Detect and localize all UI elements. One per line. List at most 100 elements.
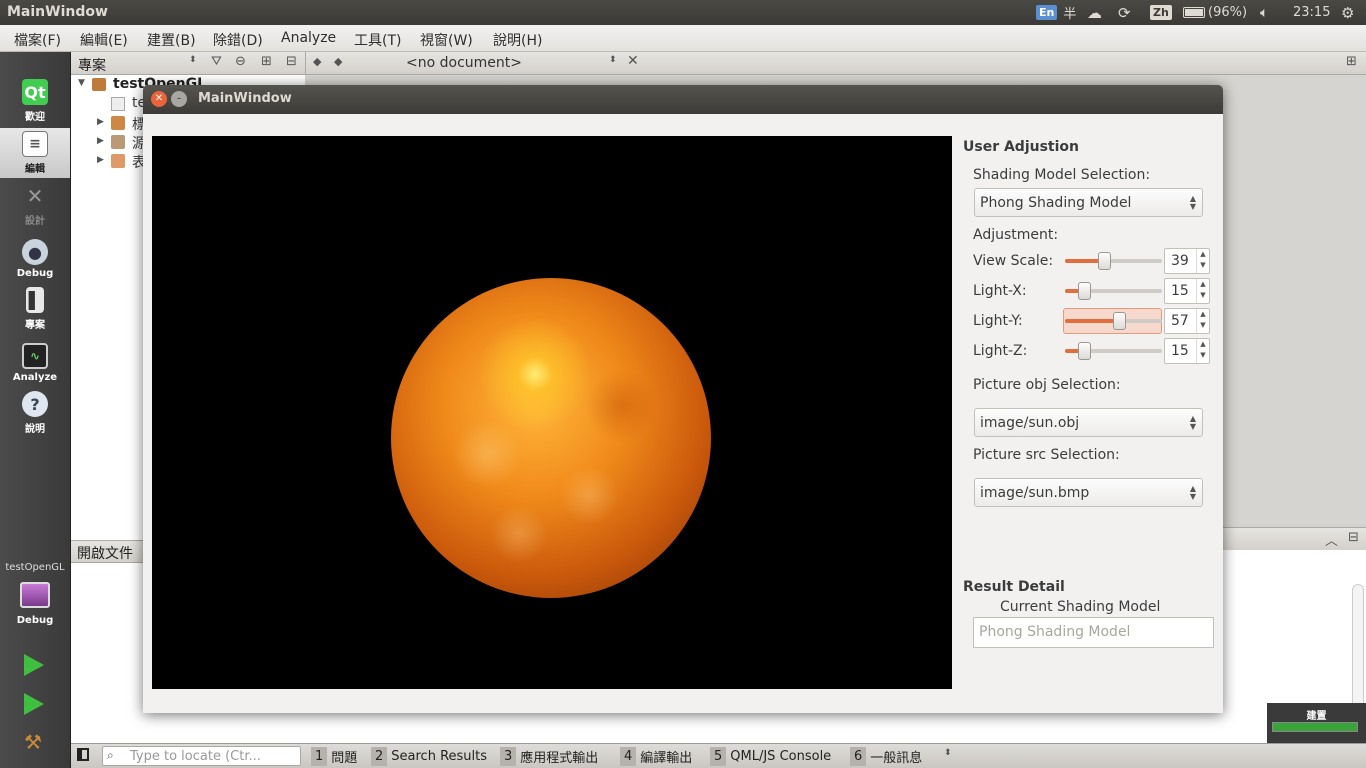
battery-indicator[interactable]: (96%) <box>1183 3 1247 22</box>
mode-welcome[interactable]: Qt 歡迎 <box>0 76 70 126</box>
build-hammer-icon[interactable]: ⚒ <box>24 730 42 754</box>
forms-folder-icon <box>111 154 125 168</box>
tab-qml-console[interactable]: 5 QML/JS Console <box>710 747 831 766</box>
close-window-icon[interactable]: ✕ <box>151 91 167 107</box>
current-shading-model-field[interactable]: Phong Shading Model <box>973 617 1214 648</box>
view-scale-slider[interactable] <box>1065 252 1162 270</box>
minimize-window-icon[interactable]: – <box>171 91 187 107</box>
menu-build[interactable]: 建置(B) <box>147 30 196 50</box>
collapse-arrow-icon[interactable]: ▼ <box>78 78 85 88</box>
menu-analyze[interactable]: Analyze <box>281 30 336 46</box>
slider-handle[interactable] <box>1113 312 1126 330</box>
filter-icon[interactable]: ⛛ <box>211 54 222 69</box>
spin-arrows-icon[interactable]: ▲ ▼ <box>1196 249 1209 273</box>
tab-search-results[interactable]: 2 Search Results <box>371 747 487 766</box>
spinbox-value: 15 <box>1171 283 1189 299</box>
edit-document-icon: ≡ <box>22 131 48 157</box>
language-badge: En <box>1036 5 1058 20</box>
split-editor-icon[interactable]: ⊞ <box>1346 54 1357 69</box>
kit-project-name: testOpenGL <box>5 562 65 573</box>
cloud-sync-icon[interactable]: ☁ <box>1087 3 1102 22</box>
expand-arrow-icon[interactable]: ▶ <box>97 117 104 127</box>
tab-issues[interactable]: 1 問題 <box>311 747 357 766</box>
build-progress-label: 建置 <box>1306 711 1327 722</box>
open-documents-title[interactable]: 開啟文件 <box>77 543 133 563</box>
spin-arrows-icon[interactable]: ▲ ▼ <box>1196 279 1209 303</box>
shading-model-combo[interactable]: Phong Shading Model ▲ ▼ <box>974 188 1203 217</box>
more-tabs-arrows-icon[interactable]: ⬍ <box>944 748 952 758</box>
link-icon[interactable]: ⊖ <box>235 54 246 69</box>
pane-switch-arrows-icon[interactable]: ⬍ <box>189 55 197 65</box>
main-window-titlebar[interactable]: ✕ – MainWindow <box>143 85 1223 114</box>
tab-general-messages[interactable]: 6 一般訊息 <box>850 747 922 766</box>
toggle-sidebar-icon[interactable] <box>77 748 89 761</box>
run-icon[interactable] <box>24 654 44 676</box>
expand-arrow-icon[interactable]: ▶ <box>97 155 104 165</box>
user-adjustion-heading: User Adjustion <box>963 139 1080 155</box>
picture-obj-combo[interactable]: image/sun.obj ▲ ▼ <box>974 408 1203 437</box>
light-z-slider[interactable] <box>1065 342 1162 360</box>
network-icon[interactable]: ⟳ <box>1118 3 1131 22</box>
editor-toolbar: ◆ ◆ <no document> ⬍ ✕ ⊞ <box>305 52 1366 75</box>
zh-input-indicator[interactable]: Zh <box>1150 3 1172 22</box>
build-progress-bar <box>1272 722 1358 732</box>
document-selector[interactable]: <no document> <box>406 55 522 71</box>
current-shading-model-label: Current Shading Model <box>1000 599 1161 615</box>
slider-handle[interactable] <box>1098 252 1111 270</box>
mode-label: 編輯 <box>25 164 45 175</box>
menu-file[interactable]: 檔案(F) <box>14 30 61 50</box>
spin-arrows-icon[interactable]: ▲ ▼ <box>1196 339 1209 363</box>
active-app-title: MainWindow <box>7 4 108 20</box>
maximize-pane-icon[interactable]: ︿ <box>1325 530 1338 549</box>
mode-label: Analyze <box>12 372 58 383</box>
light-y-slider[interactable] <box>1065 312 1162 330</box>
mode-label: 專案 <box>25 320 45 331</box>
slider-handle[interactable] <box>1078 342 1091 360</box>
slider-handle[interactable] <box>1078 282 1091 300</box>
document-dropdown-arrows-icon[interactable]: ⬍ <box>609 55 617 65</box>
light-z-spinbox[interactable]: 15 ▲ ▼ <box>1164 338 1210 364</box>
input-method-indicator[interactable]: En 半 <box>1036 3 1076 22</box>
mode-help[interactable]: ? 說明 <box>0 388 70 438</box>
shading-model-value: Phong Shading Model <box>980 195 1132 211</box>
view-scale-spinbox[interactable]: 39 ▲ ▼ <box>1164 248 1210 274</box>
analyze-scope-icon: ∿ <box>22 343 48 369</box>
mode-edit[interactable]: ≡ 編輯 <box>0 128 70 178</box>
menu-window[interactable]: 視窗(W) <box>420 30 473 50</box>
forward-arrow-icon[interactable]: ◆ <box>334 55 342 68</box>
back-arrow-icon[interactable]: ◆ <box>313 55 321 68</box>
clock[interactable]: 23:15 <box>1293 3 1330 22</box>
menu-tools[interactable]: 工具(T) <box>354 30 401 50</box>
opengl-viewport[interactable] <box>152 136 952 689</box>
mode-analyze[interactable]: ∿ Analyze <box>0 336 70 386</box>
picture-src-label: Picture src Selection: <box>973 447 1120 463</box>
mode-selector: Qt 歡迎 ≡ 編輯 ✕ 設計 ● Debug ▌ 專案 ∿ Analyze ?… <box>0 52 71 768</box>
mode-debug[interactable]: ● Debug <box>0 232 70 282</box>
light-x-spinbox[interactable]: 15 ▲ ▼ <box>1164 278 1210 304</box>
tab-compile-output[interactable]: 4 編譯輸出 <box>620 747 692 766</box>
split-icon[interactable]: ⊞ <box>261 54 272 69</box>
close-output-icon[interactable]: ⊟ <box>1348 530 1359 545</box>
menu-help[interactable]: 說明(H) <box>493 30 542 50</box>
kit-selector-monitor-icon[interactable] <box>20 582 50 608</box>
picture-src-combo[interactable]: image/sun.bmp ▲ ▼ <box>974 478 1203 507</box>
settings-gear-icon[interactable]: ⚙ <box>1341 3 1354 22</box>
menu-debug[interactable]: 除錯(D) <box>213 30 263 50</box>
project-pane-title[interactable]: 專案 <box>78 55 106 75</box>
spin-arrows-icon[interactable]: ▲ ▼ <box>1196 309 1209 333</box>
locate-input[interactable]: ⌕ Type to locate (Ctr... <box>102 746 301 766</box>
expand-arrow-icon[interactable]: ▶ <box>97 136 104 146</box>
close-document-icon[interactable]: ✕ <box>627 53 639 69</box>
mode-projects[interactable]: ▌ 專案 <box>0 284 70 334</box>
close-pane-icon[interactable]: ⊟ <box>286 54 297 69</box>
volume-icon[interactable]: 🔈︎ <box>1260 3 1268 22</box>
mode-design[interactable]: ✕ 設計 <box>0 180 70 230</box>
tab-application-output[interactable]: 3 應用程式輸出 <box>500 747 598 766</box>
help-icon: ? <box>22 391 48 417</box>
debug-run-icon[interactable] <box>24 693 44 715</box>
result-detail-heading: Result Detail <box>963 579 1065 595</box>
light-y-spinbox[interactable]: 57 ▲ ▼ <box>1164 308 1210 334</box>
light-x-slider[interactable] <box>1065 282 1162 300</box>
menu-edit[interactable]: 編輯(E) <box>80 30 128 50</box>
top-panel: MainWindow En 半 ☁ ⟳ Zh (96%) 🔈︎ 23:15 ⚙ <box>0 0 1366 25</box>
